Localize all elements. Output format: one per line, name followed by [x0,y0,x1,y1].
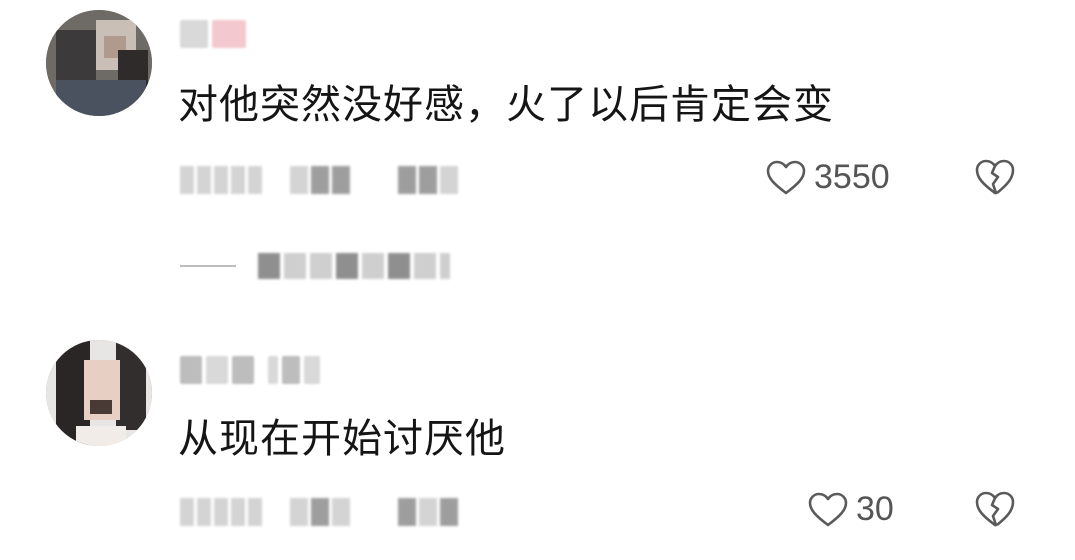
dislike-button[interactable] [974,490,1016,532]
comment-meta-censored [180,160,458,200]
expand-replies-button[interactable] [180,246,450,286]
username-censored [180,352,320,388]
user-avatar[interactable] [46,340,152,446]
dislike-button[interactable] [974,158,1016,200]
comment-item: 从现在开始讨厌他 30 [0,300,1075,560]
like-count: 3550 [814,158,890,196]
comment-item: 对他突然没好感，火了以后肯定会变 3550 [0,0,1075,300]
user-avatar[interactable] [46,10,152,116]
comment-text: 对他突然没好感，火了以后肯定会变 [178,82,834,128]
divider-line [180,265,236,267]
heart-outline-icon [808,492,848,526]
like-count: 30 [856,490,894,528]
username-censored [180,16,246,52]
replies-label-censored [258,253,450,279]
heart-outline-icon [766,160,806,194]
comment-meta-censored [180,492,458,532]
comment-text: 从现在开始讨厌他 [178,416,506,462]
like-button[interactable]: 3550 [766,158,890,197]
broken-heart-outline-icon [975,159,1015,195]
broken-heart-outline-icon [975,491,1015,527]
like-button[interactable]: 30 [808,490,894,529]
